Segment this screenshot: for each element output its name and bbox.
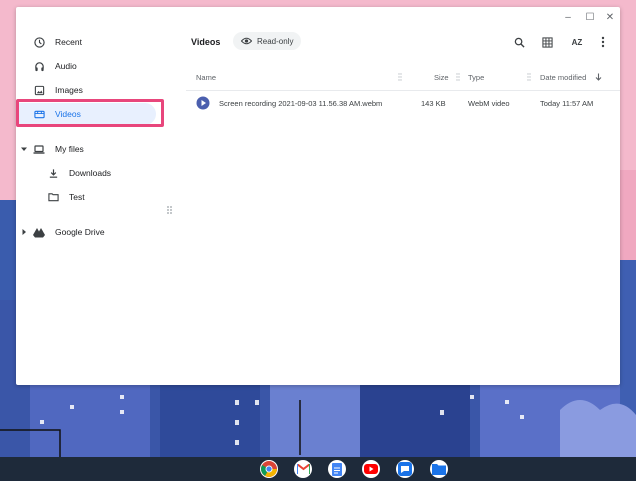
video-file-icon	[196, 96, 210, 110]
column-resize-icon[interactable]	[527, 73, 531, 81]
column-resize-icon[interactable]	[398, 73, 402, 81]
sort-arrow-down-icon	[595, 73, 602, 81]
main-panel: Videos Read-only AZ Name Size Type Date …	[186, 7, 620, 385]
sort-button[interactable]: AZ	[568, 35, 586, 49]
column-resize-icon[interactable]	[456, 73, 460, 81]
selection-highlight-box	[16, 99, 164, 127]
sidebar-item-my-files[interactable]: My files	[16, 138, 156, 160]
column-type[interactable]: Type	[468, 73, 484, 82]
files-app-window: – ☐ ✕ Recent Audio Images Videos My file…	[16, 7, 620, 385]
messages-icon[interactable]	[396, 460, 414, 478]
file-name: Screen recording 2021-09-03 11.56.38 AM.…	[219, 99, 383, 108]
caret-down-icon[interactable]	[19, 142, 29, 156]
table-row[interactable]: Screen recording 2021-09-03 11.56.38 AM.…	[186, 93, 620, 113]
sidebar-item-label: My files	[55, 144, 84, 154]
sidebar-item-images[interactable]: Images	[16, 79, 156, 101]
clock-icon	[32, 35, 46, 49]
image-icon	[32, 83, 46, 97]
sidebar-item-label: Test	[69, 192, 85, 202]
read-only-chip: Read-only	[233, 32, 301, 50]
page-title: Videos	[191, 37, 221, 47]
caret-right-icon[interactable]	[19, 225, 29, 239]
sidebar-item-label: Images	[55, 85, 83, 95]
more-options-button[interactable]	[596, 35, 610, 49]
grid-icon	[541, 36, 553, 48]
grid-view-button[interactable]	[540, 35, 554, 49]
chrome-icon[interactable]	[260, 460, 278, 478]
sort-az-icon: AZ	[571, 37, 583, 47]
sidebar-resize-handle[interactable]	[166, 202, 174, 214]
sidebar-item-audio[interactable]: Audio	[16, 55, 156, 77]
sidebar-item-downloads[interactable]: Downloads	[16, 162, 156, 184]
read-only-label: Read-only	[257, 36, 294, 46]
column-headers: Name Size Type Date modified	[186, 67, 620, 87]
sidebar-item-label: Google Drive	[55, 227, 105, 237]
header-divider	[186, 90, 620, 91]
shelf	[0, 457, 636, 481]
files-icon[interactable]	[430, 460, 448, 478]
drive-icon	[32, 225, 46, 239]
search-icon	[514, 37, 525, 48]
search-button[interactable]	[512, 35, 526, 49]
youtube-icon[interactable]	[362, 460, 380, 478]
sidebar-item-test[interactable]: Test	[16, 186, 156, 208]
file-date: Today 11:57 AM	[540, 99, 594, 108]
laptop-icon	[32, 142, 46, 156]
folder-icon	[46, 190, 60, 204]
headphones-icon	[32, 59, 46, 73]
eye-icon	[241, 37, 252, 45]
file-size: 143 KB	[421, 99, 446, 108]
column-date-modified[interactable]: Date modified	[540, 73, 586, 82]
sidebar-item-label: Downloads	[69, 168, 112, 178]
sidebar-item-label: Audio	[55, 61, 77, 71]
column-size[interactable]: Size	[434, 73, 449, 82]
download-icon	[46, 166, 60, 180]
docs-icon[interactable]	[328, 460, 346, 478]
sidebar-item-label: Recent	[55, 37, 82, 47]
column-name[interactable]: Name	[196, 73, 216, 82]
file-type: WebM video	[468, 99, 510, 108]
gmail-icon[interactable]	[294, 460, 312, 478]
sidebar: Recent Audio Images Videos My files Down…	[16, 7, 176, 385]
sidebar-item-recent[interactable]: Recent	[16, 31, 156, 53]
more-vert-icon	[601, 36, 605, 48]
sidebar-item-google-drive[interactable]: Google Drive	[16, 221, 156, 243]
toolbar: Videos Read-only AZ	[186, 29, 620, 55]
